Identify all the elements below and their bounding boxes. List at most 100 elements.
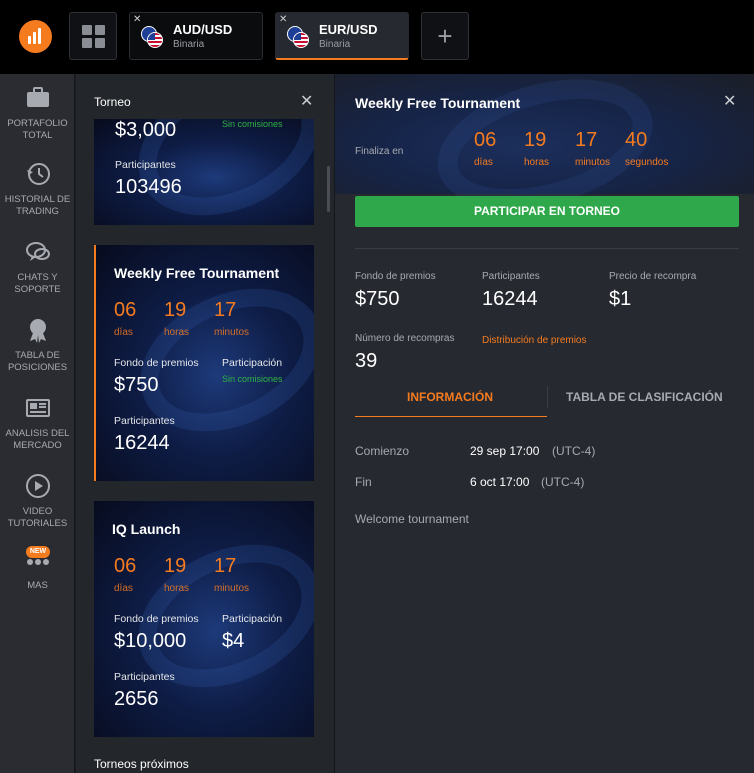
countdown-minutes: 17 (575, 129, 598, 151)
close-tab-icon[interactable]: ✕ (133, 15, 141, 25)
entry-label: Participación (222, 613, 283, 625)
entry-label: Participación (222, 357, 283, 369)
countdown-hours: 19 (164, 555, 187, 577)
prize-value: $750 (355, 288, 400, 310)
asset-tab-eur-usd[interactable]: ✕ EUR/USD Binaria (275, 12, 409, 60)
countdown-hours-label: horas (164, 583, 190, 594)
entry-value: Sin comisiones (222, 119, 283, 129)
end-label: Fin (355, 475, 372, 489)
briefcase-icon (26, 87, 49, 107)
asset-pair: AUD/USD (173, 22, 233, 37)
prize-label: Fondo de premios (114, 613, 199, 625)
sidebar: PORTAFOLIO TOTAL HISTORIAL DE TRADING CHAT… (0, 74, 75, 773)
top-bar: ✕ AUD/USD Binaria ✕ EUR/USD Binaria + (0, 0, 754, 74)
participants-value: 103496 (115, 176, 182, 198)
sidebar-item-portfolio[interactable]: PORTAFOLIO TOTAL (0, 84, 75, 142)
tab-leaderboard[interactable]: TABLA DE CLASIFICACIÓN (566, 390, 723, 404)
participants-label: Participantes (114, 415, 175, 427)
prize-distribution-link[interactable]: Distribución de premios (482, 335, 587, 346)
countdown-days: 06 (114, 555, 137, 577)
start-timezone: (UTC-4) (552, 444, 596, 458)
rebuys-value: 39 (355, 350, 378, 372)
sidebar-item-video-tutorials[interactable]: VIDEO TUTORIALES (0, 472, 75, 530)
medal-icon (29, 319, 46, 343)
countdown-minutes-label: minutos (214, 327, 250, 338)
rebuy-price-label: Precio de recompra (609, 271, 697, 282)
upcoming-tournaments-heading: Torneos próximos (94, 757, 189, 771)
sidebar-item-chat[interactable]: CHATS Y SOPORTE (0, 238, 75, 296)
asset-pair: EUR/USD (319, 22, 378, 37)
participants-label: Participantes (115, 159, 176, 171)
prize-label: Fondo de premios (355, 271, 436, 282)
countdown-minutes-label: minutos (575, 157, 611, 168)
asset-type: Binaria (319, 39, 351, 50)
close-icon[interactable]: ✕ (300, 91, 313, 111)
scrollbar[interactable] (327, 166, 330, 212)
divider (355, 248, 739, 249)
end-timezone: (UTC-4) (541, 475, 585, 489)
countdown-days-label: días (114, 583, 133, 594)
countdown-hours-label: horas (164, 327, 190, 338)
countdown-minutes: 17 (214, 299, 237, 321)
logo-icon[interactable] (19, 20, 52, 53)
countdown-minutes-label: minutos (214, 583, 250, 594)
sidebar-item-more[interactable]: NEW MAS (0, 546, 75, 592)
tournament-name: Weekly Free Tournament (114, 265, 280, 281)
participants-label: Participantes (482, 271, 540, 282)
tournament-description: Welcome tournament (355, 512, 469, 526)
sidebar-item-history[interactable]: HISTORIAL DE TRADING (0, 160, 75, 218)
tab-information[interactable]: INFORMACIÓN (407, 390, 493, 404)
countdown-hours: 19 (164, 299, 187, 321)
tournament-detail-panel: Weekly Free Tournament ✕ Finaliza en 06 … (334, 74, 754, 773)
new-badge: NEW (26, 546, 50, 558)
start-value: 29 sep 17:00 (470, 444, 540, 458)
prize-value: $10,000 (114, 630, 187, 652)
sidebar-item-market-analysis[interactable]: ANALISIS DEL MERCADO (0, 394, 75, 452)
ends-in-label: Finaliza en (355, 146, 404, 157)
asset-tab-aud-usd[interactable]: ✕ AUD/USD Binaria (129, 12, 263, 60)
countdown-days-label: días (474, 157, 493, 168)
join-tournament-button[interactable]: PARTICIPAR EN TORNEO (355, 196, 739, 227)
asset-type: Binaria (173, 39, 205, 50)
play-icon (25, 474, 50, 498)
close-tab-icon[interactable]: ✕ (279, 15, 287, 25)
grid-icon (82, 25, 92, 35)
detail-title: Weekly Free Tournament (355, 95, 521, 111)
participants-label: Participantes (114, 671, 175, 683)
chat-icon (25, 242, 50, 261)
countdown-days: 06 (474, 129, 497, 151)
countdown-seconds-label: segundos (625, 157, 669, 168)
tournament-name: IQ Launch (112, 521, 181, 537)
active-tab-indicator (355, 416, 547, 417)
prize-value: $750 (114, 374, 159, 396)
countdown-minutes: 17 (214, 555, 237, 577)
asset-grid-button[interactable] (69, 12, 117, 60)
countdown-hours: 19 (524, 129, 547, 151)
history-icon (26, 163, 50, 185)
tab-separator (547, 386, 548, 408)
sidebar-item-leaderboard[interactable]: TABLA DE POSICIONES (0, 316, 75, 374)
entry-value: $4 (222, 630, 245, 652)
close-icon[interactable]: ✕ (723, 91, 736, 111)
countdown-days: 06 (114, 299, 137, 321)
rebuys-label: Número de recompras (355, 333, 455, 344)
countdown-days-label: días (114, 327, 133, 338)
tournament-card[interactable]: $3,000 Sin comisiones Participantes 1034… (94, 119, 314, 225)
prize-value: $3,000 (115, 119, 177, 141)
tournament-list-panel: Torneo ✕ $3,000 Sin comisiones Participa… (76, 74, 334, 773)
participants-value: 16244 (482, 288, 538, 310)
entry-value: Sin comisiones (222, 374, 283, 384)
newspaper-icon (25, 399, 50, 417)
tournament-card[interactable]: IQ Launch 06 19 17 días horas minutos Fo… (94, 501, 314, 737)
participants-value: 16244 (114, 432, 170, 454)
countdown-seconds: 40 (625, 129, 648, 151)
participants-value: 2656 (114, 688, 159, 710)
tournament-card-active[interactable]: Weekly Free Tournament 06 19 17 días hor… (94, 245, 314, 481)
rebuy-price-value: $1 (609, 288, 632, 310)
countdown-hours-label: horas (524, 157, 550, 168)
add-asset-button[interactable]: + (421, 12, 469, 60)
flag-icon (287, 26, 309, 48)
panel-title: Torneo (94, 95, 131, 109)
start-label: Comienzo (355, 444, 410, 458)
prize-label: Fondo de premios (114, 357, 199, 369)
